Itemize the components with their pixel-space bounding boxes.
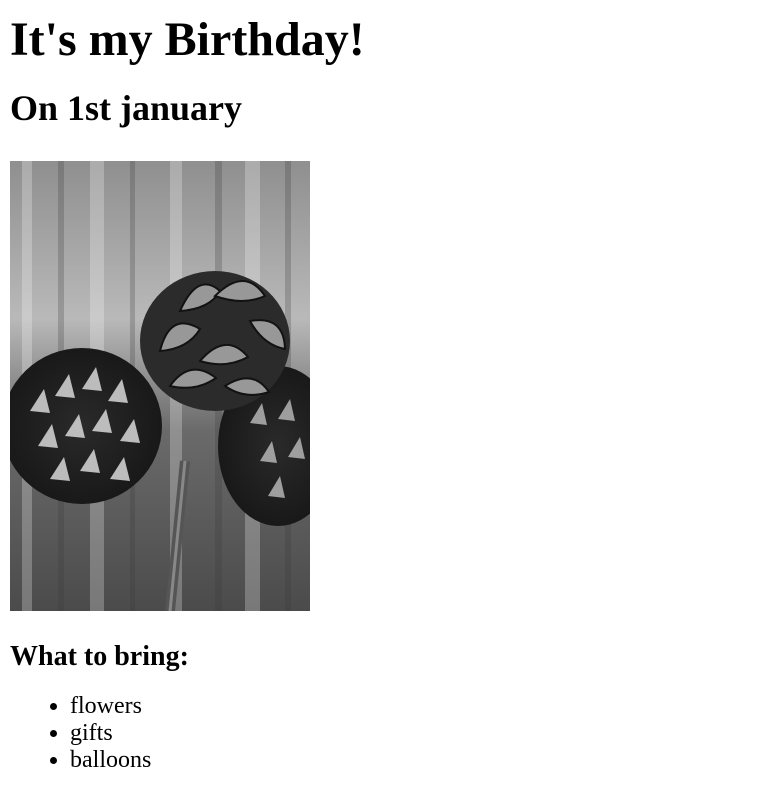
list-item: flowers [70,693,756,720]
list-item: balloons [70,747,756,774]
page-title: It's my Birthday! [10,13,365,66]
page: It's my Birthday! On 1st january What to… [0,0,766,801]
list-item: gifts [70,720,756,747]
bring-list: flowers gifts balloons [10,693,756,774]
event-date: On 1st january [10,88,243,128]
what-to-bring-heading: What to bring: [10,641,189,672]
pine-cones-photo [10,161,310,611]
